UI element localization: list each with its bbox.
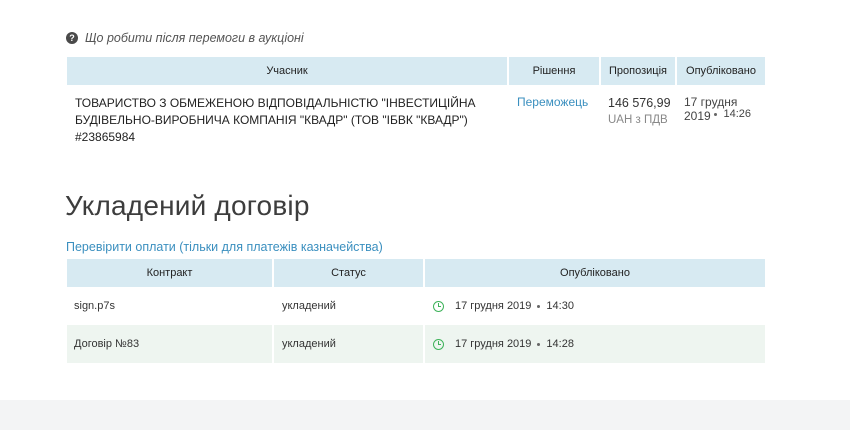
question-circle-icon: ?: [66, 32, 78, 44]
clock-icon: [433, 300, 444, 312]
contract-status: укладений: [273, 287, 425, 325]
table-row: sign.p7s укладений 17 грудня 2019 14:30: [67, 287, 765, 325]
winners-table: Учасник Рішення Пропозиція Опубліковано …: [67, 57, 765, 146]
footer-band: [0, 400, 850, 430]
contract-file-link[interactable]: Договір №83: [67, 325, 274, 363]
col-header-participant: Учасник: [67, 57, 509, 85]
table-row: Договір №83 укладений 17 грудня 2019 14:…: [67, 325, 765, 363]
contract-time: 14:28: [546, 338, 574, 350]
contracts-table: Контракт Статус Опубліковано sign.p7s ук…: [67, 259, 765, 363]
participant-name: ТОВАРИСТВО З ОБМЕЖЕНОЮ ВІДПОВІДАЛЬНІСТЮ …: [75, 96, 476, 144]
separator-dot: [537, 342, 541, 346]
help-link[interactable]: ? Що робити після перемоги в аукціоні: [66, 31, 304, 45]
col-header-decision: Рішення: [508, 57, 601, 85]
col-header-contract: Контракт: [67, 259, 274, 287]
contract-published: 17 грудня 2019 14:28: [424, 325, 765, 363]
contract-published: 17 грудня 2019 14:30: [424, 287, 765, 325]
decision-link[interactable]: Переможець: [508, 85, 600, 146]
help-link-label: Що робити після перемоги в аукціоні: [85, 31, 304, 45]
col-header-offer: Пропозиція: [600, 57, 677, 85]
contracts-table-header: Контракт Статус Опубліковано: [67, 259, 765, 287]
published-time-line: 2019 14:26: [684, 108, 751, 120]
contract-file-link[interactable]: sign.p7s: [67, 287, 274, 325]
col-header-published: Опубліковано: [424, 259, 765, 287]
separator-dot: [537, 304, 541, 308]
published-time: 14:26: [723, 108, 752, 120]
clock-icon: [433, 338, 444, 350]
winners-table-header: Учасник Рішення Пропозиція Опубліковано: [67, 57, 765, 85]
contract-status: укладений: [273, 325, 425, 363]
contract-date: 17 грудня 2019: [455, 300, 532, 312]
col-header-published: Опубліковано: [676, 57, 765, 85]
col-header-status: Статус: [273, 259, 425, 287]
contract-section-title: Укладений договір: [65, 190, 310, 221]
offer-currency: UAH з ПДВ: [608, 114, 668, 126]
separator-dot: [714, 112, 718, 116]
offer-amount: 146 576,99: [608, 96, 671, 110]
contract-date: 17 грудня 2019: [455, 338, 532, 350]
check-payments-link[interactable]: Перевірити оплати (тільки для платежів к…: [66, 240, 383, 254]
offer-cell: 146 576,99 UAH з ПДВ: [600, 85, 676, 146]
contract-time: 14:30: [546, 300, 574, 312]
table-row: ТОВАРИСТВО З ОБМЕЖЕНОЮ ВІДПОВІДАЛЬНІСТЮ …: [67, 85, 765, 146]
